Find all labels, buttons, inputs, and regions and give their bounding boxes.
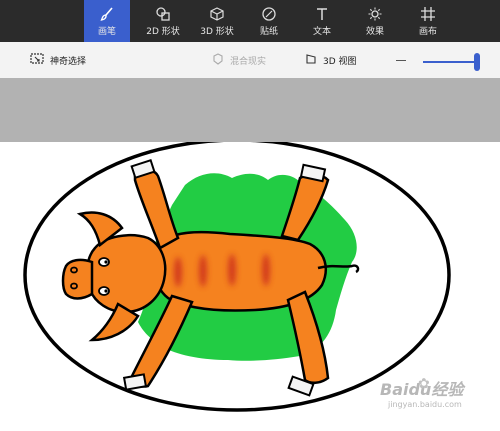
drawing-canvas[interactable]: ✿ Baidu经验 jingyan.baidu.com	[0, 138, 500, 427]
watermark-url: jingyan.baidu.com	[388, 400, 462, 409]
3d-view-icon	[305, 53, 317, 68]
zoom-slider-thumb[interactable]	[474, 53, 480, 71]
tab-label: 文本	[312, 26, 331, 37]
paw-icon: ✿	[418, 376, 430, 392]
effects-icon	[367, 6, 383, 22]
pig-head	[85, 234, 167, 314]
canvas-icon	[420, 6, 436, 22]
watermark-brand: Baidu经验	[380, 380, 464, 399]
magic-select-button[interactable]: 神奇选择	[30, 42, 86, 78]
tab-label: 画笔	[97, 26, 116, 37]
zoom-slider[interactable]	[423, 61, 477, 63]
tab-label: 效果	[365, 26, 384, 37]
tab-label: 贴纸	[259, 26, 278, 37]
pig-pupil	[104, 289, 108, 293]
canvas-background	[0, 78, 500, 142]
tab-label: 画布	[418, 26, 437, 37]
pig-pupil	[104, 260, 108, 264]
top-tab-bar: 画笔 2D 形状 3D 形状 贴纸 文本 效果 画布	[0, 0, 500, 42]
hoof	[122, 373, 148, 391]
2d-shapes-icon	[155, 6, 171, 22]
tab-canvas[interactable]: 画布	[405, 0, 451, 42]
mixed-reality-button[interactable]: 混合现实	[212, 42, 266, 78]
tab-2d-shapes[interactable]: 2D 形状	[140, 0, 186, 42]
tab-text[interactable]: 文本	[299, 0, 345, 42]
tab-label: 2D 形状	[146, 26, 180, 37]
brush-icon	[99, 6, 115, 22]
magic-select-icon	[30, 52, 44, 68]
mixed-reality-label: 混合现实	[230, 56, 267, 67]
tab-effects[interactable]: 效果	[352, 0, 398, 42]
3d-view-label: 3D 视图	[323, 56, 357, 67]
zoom-out-button[interactable]	[396, 42, 406, 78]
3d-view-button[interactable]: 3D 视图	[305, 42, 357, 78]
tab-3d-shapes[interactable]: 3D 形状	[194, 0, 240, 42]
tab-label: 3D 形状	[200, 26, 234, 37]
minus-icon	[396, 59, 406, 61]
mixed-reality-icon	[212, 52, 224, 68]
3d-shapes-icon	[209, 6, 225, 22]
text-icon	[314, 6, 330, 22]
tab-stickers[interactable]: 贴纸	[246, 0, 292, 42]
magic-select-label: 神奇选择	[50, 56, 87, 67]
pig-snout	[61, 258, 94, 300]
stickers-icon	[261, 6, 277, 22]
watermark: ✿ Baidu经验 jingyan.baidu.com	[380, 376, 492, 409]
tab-brushes[interactable]: 画笔	[84, 0, 130, 42]
